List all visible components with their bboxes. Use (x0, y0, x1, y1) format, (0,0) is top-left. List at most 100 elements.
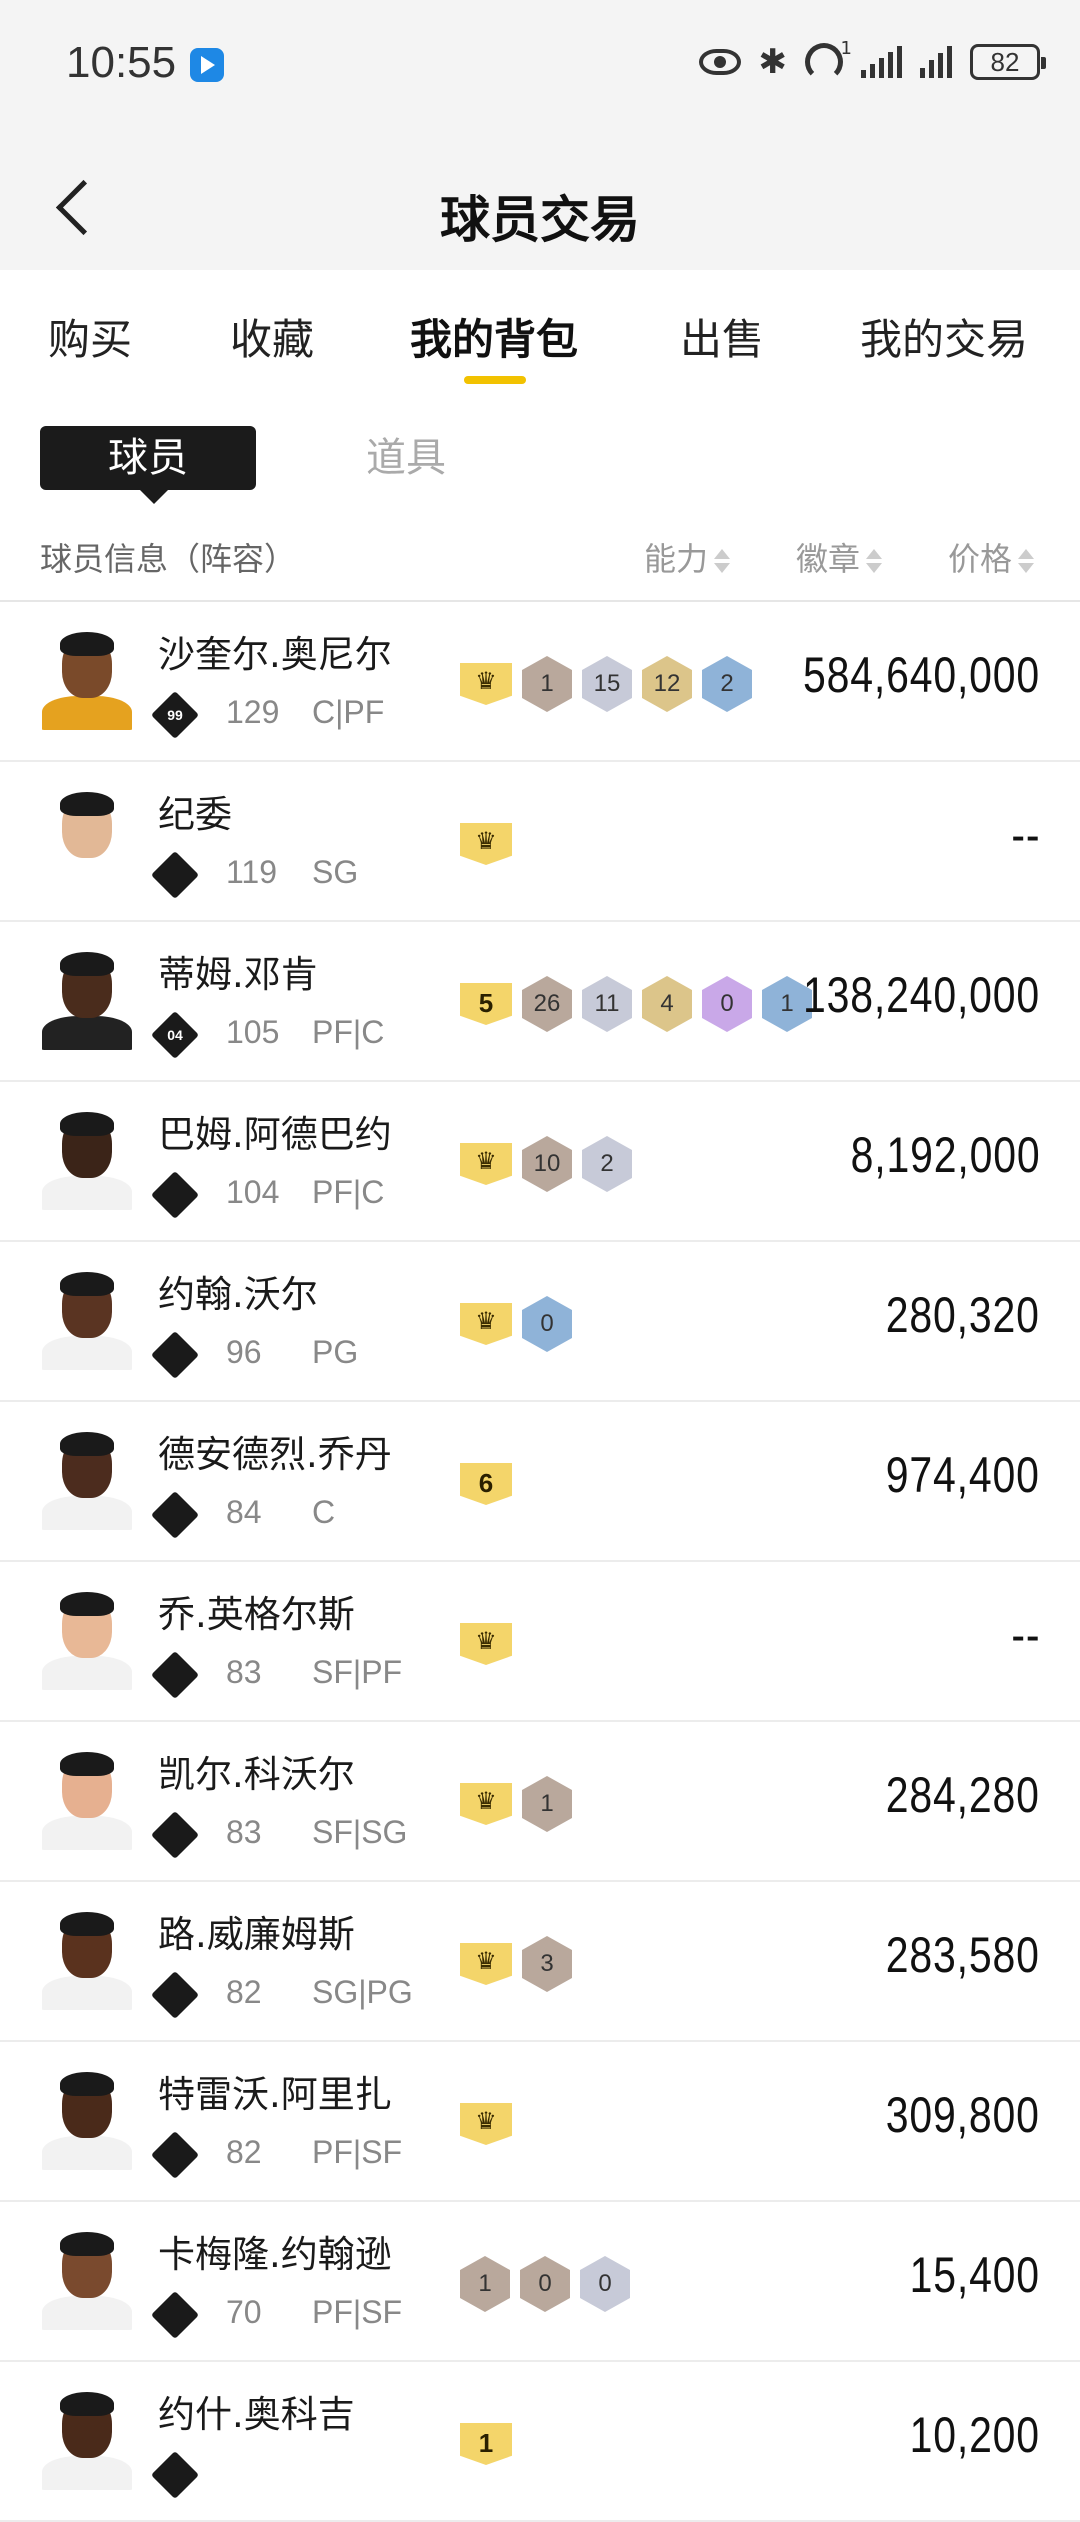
player-tier-icon (150, 2290, 200, 2340)
player-position: SF|SG (312, 1814, 408, 1850)
badge-hex: 3 (522, 1936, 572, 1992)
player-badges: 3 (460, 1936, 572, 1992)
badge-hex: 0 (702, 976, 752, 1032)
player-rating: 96 (226, 1334, 262, 1370)
column-header: 球员信息（阵容） 能力 徽章 价格 (0, 510, 1080, 602)
sort-icon (866, 547, 883, 575)
player-price: 283,580 (886, 1927, 1040, 1983)
app-notification-icon (190, 48, 224, 82)
player-row[interactable]: 德安德烈.乔丹 84 C 6 974,400 (0, 1402, 1080, 1562)
avatar-jersey (42, 1816, 132, 1850)
player-avatar (40, 1912, 134, 2010)
player-rating: 84 (226, 1494, 262, 1530)
subtab-players[interactable]: 球员 (40, 426, 256, 504)
player-row[interactable]: 特雷沃.阿里扎 82 PF|SF 309,800 (0, 2042, 1080, 2202)
player-avatar (40, 632, 134, 730)
tab-buy[interactable]: 购买 (48, 306, 132, 367)
player-row[interactable]: 路.威廉姆斯 82 SG|PG 3 283,580 (0, 1882, 1080, 2042)
active-tab-indicator (464, 376, 526, 384)
player-badges: 0 (460, 1296, 572, 1352)
avatar-hair (60, 952, 114, 976)
player-position: PF|SF (312, 2134, 403, 2170)
tab-favorites[interactable]: 收藏 (230, 306, 314, 367)
avatar-jersey (42, 2136, 132, 2170)
player-badges: 6 (460, 1456, 512, 1512)
avatar-jersey (42, 1496, 132, 1530)
eye-icon (698, 49, 741, 75)
subtab-items[interactable]: 道具 (366, 428, 446, 488)
tab-my-backpack[interactable]: 我的背包 (410, 306, 578, 367)
crown-icon (460, 823, 512, 865)
player-rating: 104 (226, 1174, 280, 1210)
player-badges (460, 816, 512, 872)
badge-hex: 0 (520, 2256, 570, 2312)
player-tier-icon: 99 (150, 690, 200, 740)
player-tier-icon (150, 1330, 200, 1380)
player-row[interactable]: 乔.英格尔斯 83 SF|PF -- (0, 1562, 1080, 1722)
wifi-icon: 1 (805, 38, 852, 81)
badge-hex: 0 (522, 1296, 572, 1352)
main-tabs: 购买 收藏 我的背包 出售 我的交易 (0, 270, 1080, 400)
avatar-hair (60, 1432, 114, 1456)
tab-sell[interactable]: 出售 (680, 306, 764, 367)
player-name: 约什.奥科吉 (158, 2393, 355, 2436)
player-price: 280,320 (886, 1287, 1040, 1343)
player-position: C (312, 1494, 336, 1530)
column-badge[interactable]: 徽章 (796, 534, 883, 580)
level-badge: 6 (460, 1463, 512, 1505)
player-badges: 115122 (460, 656, 752, 712)
level-badge: 5 (460, 983, 512, 1025)
player-tier-icon: 04 (150, 1010, 200, 1060)
player-row[interactable]: 蒂姆.邓肯 04 105 PF|C 5 26 11 4 0 1 138,240,000 (0, 922, 1080, 1082)
player-row[interactable]: 纪委 119 SG -- (0, 762, 1080, 922)
avatar-hair (60, 1272, 114, 1296)
player-rating: 129 (226, 694, 280, 730)
player-badges (460, 2096, 512, 2152)
player-rating: 82 (226, 2134, 262, 2170)
badge-hex: 11 (582, 976, 632, 1032)
column-player-info: 球员信息（阵容） (40, 540, 297, 578)
column-ability[interactable]: 能力 (644, 534, 731, 580)
player-name: 凯尔.科沃尔 (158, 1753, 355, 1796)
crown-icon (460, 1623, 512, 1665)
player-price: -- (1011, 807, 1040, 863)
badge-hex: 10 (522, 1136, 572, 1192)
crown-icon (460, 1303, 512, 1345)
player-row[interactable]: 沙奎尔.奥尼尔 99 129 C|PF 115122 584,640,000 (0, 602, 1080, 762)
player-tier-icon (150, 2130, 200, 2180)
badge-hex: 12 (642, 656, 692, 712)
avatar-jersey (42, 1176, 132, 1210)
player-name: 特雷沃.阿里扎 (158, 2073, 392, 2116)
avatar-hair (60, 792, 114, 816)
avatar-hair (60, 2232, 114, 2256)
player-position: PF|C (312, 1174, 385, 1210)
player-tier-icon (150, 1650, 200, 1700)
player-row[interactable]: 巴姆.阿德巴约 104 PF|C 102 8,192,000 (0, 1082, 1080, 1242)
crown-icon (460, 1143, 512, 1185)
player-row[interactable]: 卡梅隆.约翰逊 70 PF|SF 1 0 0 15,400 (0, 2202, 1080, 2362)
player-badges: 102 (460, 1136, 632, 1192)
avatar-hair (60, 2392, 114, 2416)
player-position: SF|PF (312, 1654, 403, 1690)
column-price[interactable]: 价格 (948, 534, 1035, 580)
player-row[interactable]: 凯尔.科沃尔 83 SF|SG 1 284,280 (0, 1722, 1080, 1882)
crown-icon (460, 1943, 512, 1985)
player-position: PG (312, 1334, 359, 1370)
player-tier-icon (150, 1970, 200, 2020)
tab-my-trades[interactable]: 我的交易 (860, 306, 1028, 367)
player-name: 巴姆.阿德巴约 (158, 1113, 392, 1156)
avatar-hair (60, 632, 114, 656)
player-name: 约翰.沃尔 (158, 1273, 318, 1316)
player-row[interactable]: 约什.奥科吉 1 10,200 (0, 2362, 1080, 2522)
player-tier-icon (150, 1810, 200, 1860)
player-position: PF|C (312, 1014, 385, 1050)
avatar-jersey (42, 1336, 132, 1370)
badge-hex: 2 (582, 1136, 632, 1192)
signal-icon (861, 46, 902, 78)
player-price: 8,192,000 (850, 1127, 1040, 1183)
player-tier-icon (150, 850, 200, 900)
avatar-hair (60, 1112, 114, 1136)
player-row[interactable]: 约翰.沃尔 96 PG 0 280,320 (0, 1242, 1080, 1402)
player-badges (460, 1616, 512, 1672)
player-price: 309,800 (886, 2087, 1040, 2143)
